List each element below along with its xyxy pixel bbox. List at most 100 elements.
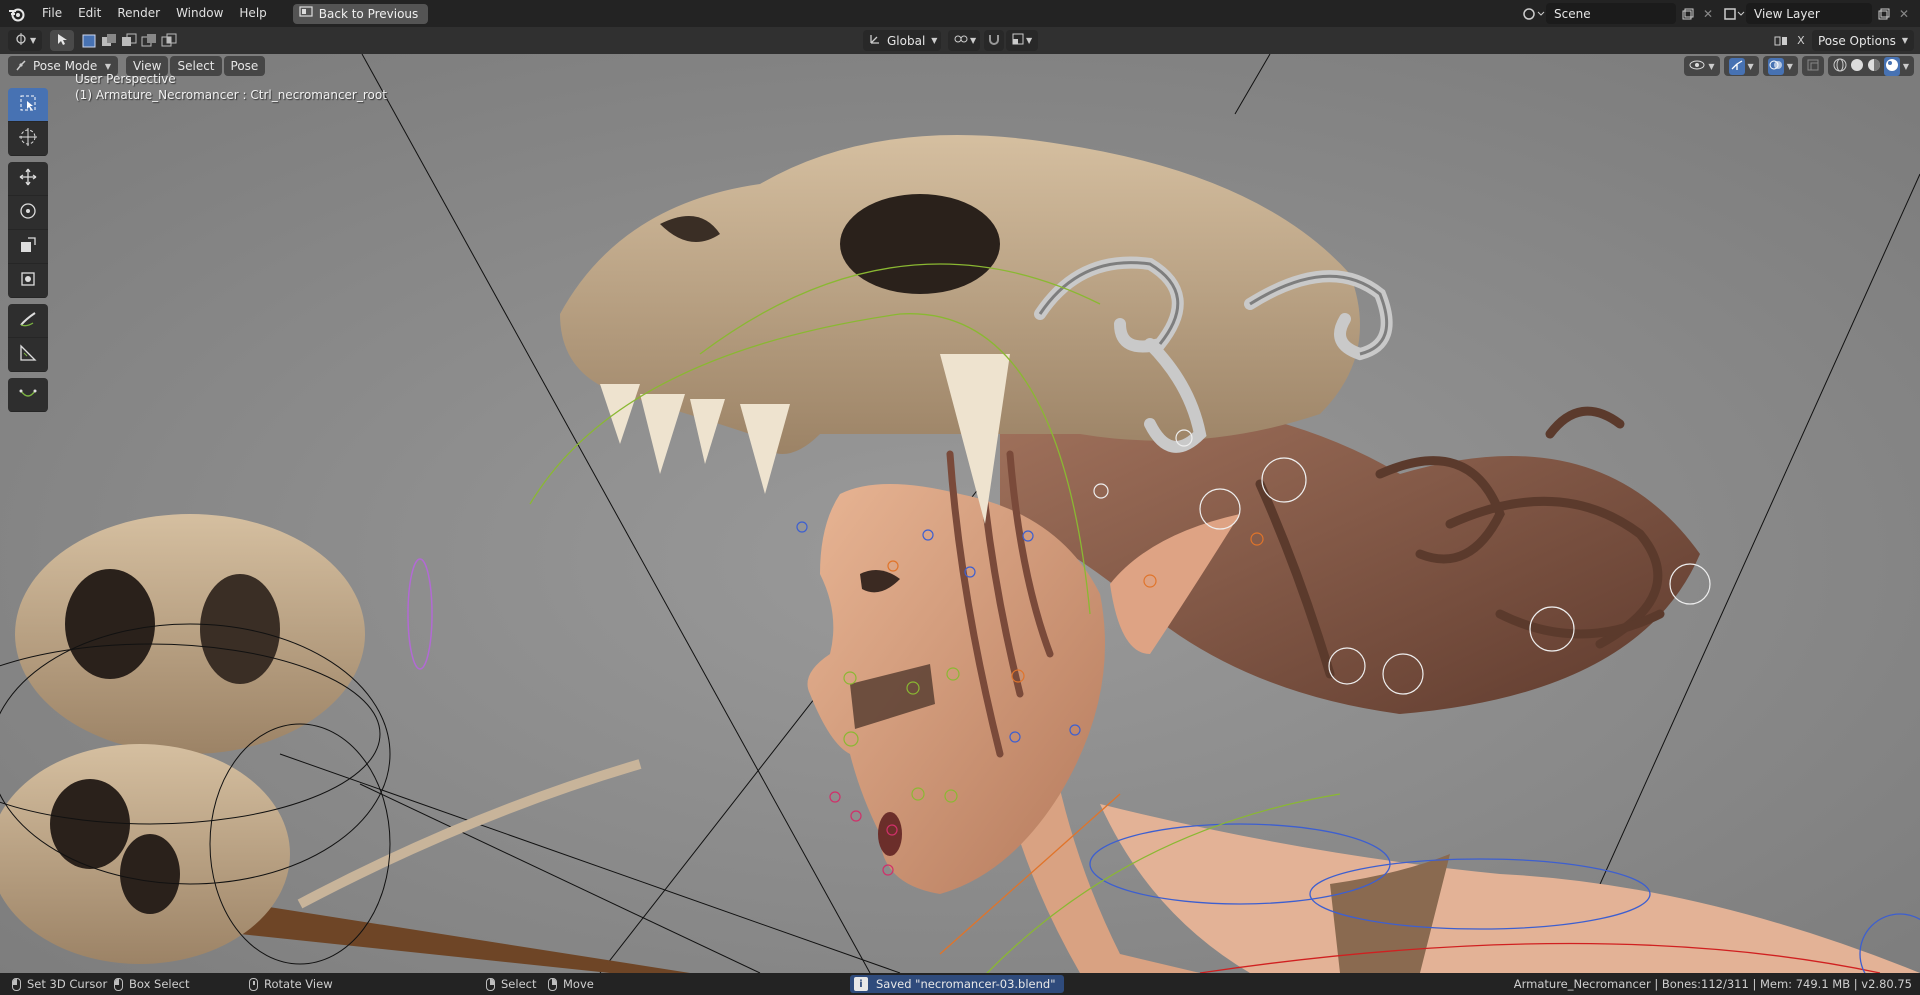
chevron-down-icon: ▼ xyxy=(104,61,111,71)
cursor-tool[interactable] xyxy=(8,122,48,156)
menu-help[interactable]: Help xyxy=(231,0,274,27)
solid-shading-icon[interactable] xyxy=(1850,58,1864,75)
chevron-down-icon: ▼ xyxy=(1786,61,1793,71)
rendered-shading-icon[interactable] xyxy=(1883,56,1900,76)
mirror-x-icon[interactable] xyxy=(1772,30,1790,51)
xray-icon xyxy=(1807,59,1819,74)
scene-icon[interactable] xyxy=(1522,3,1546,24)
hint-label: Select xyxy=(501,977,537,991)
chevron-down-icon: ▼ xyxy=(1747,61,1754,71)
back-to-previous-button[interactable]: Back to Previous xyxy=(292,3,429,24)
menu-file[interactable]: File xyxy=(34,0,70,27)
saved-message-text: Saved "necromancer-03.blend" xyxy=(876,977,1056,991)
eye-icon xyxy=(1689,59,1705,74)
3d-viewport-icon xyxy=(14,33,28,48)
bone-envelope-tool[interactable] xyxy=(8,378,48,412)
xray-toggle[interactable] xyxy=(1801,56,1824,76)
header-right-controls: X Pose Options ▼ xyxy=(1772,30,1914,51)
select-box-icon xyxy=(18,93,38,116)
shading-mode-group: ▼ xyxy=(1827,56,1914,76)
gizmo-toggle[interactable]: ▼ xyxy=(1723,56,1759,76)
hint-label: Set 3D Cursor xyxy=(27,977,108,991)
mirror-x-label[interactable]: X xyxy=(1794,30,1808,51)
measure-icon xyxy=(18,343,38,366)
pose-options-dropdown[interactable]: Pose Options ▼ xyxy=(1811,30,1914,51)
select-menu[interactable]: Select xyxy=(170,56,222,76)
hint-label: Rotate View xyxy=(264,977,333,991)
hint-label: Box Select xyxy=(129,977,190,991)
move-icon xyxy=(18,167,38,190)
overlays-toggle[interactable]: ▼ xyxy=(1762,56,1798,76)
active-object-label: (1) Armature_Necromancer : Ctrl_necroman… xyxy=(75,88,387,102)
pose-menu[interactable]: Pose xyxy=(223,56,266,76)
delete-scene-icon[interactable]: ✕ xyxy=(1700,3,1716,24)
back-to-previous-label: Back to Previous xyxy=(318,6,419,21)
view-layer-icon[interactable] xyxy=(1722,3,1746,24)
3d-viewport[interactable]: Pose Mode ▼ View Select Pose ▼ ▼ ▼ ▼ Use… xyxy=(0,54,1920,973)
move-tool[interactable] xyxy=(8,162,48,196)
select-new-icon[interactable] xyxy=(80,32,98,50)
blender-logo-icon[interactable] xyxy=(0,0,34,27)
annotate-tool[interactable] xyxy=(8,304,48,338)
material-shading-icon[interactable] xyxy=(1867,58,1881,75)
hint-set-3d-cursor: Set 3D Cursor xyxy=(12,977,107,991)
select-intersect-icon[interactable] xyxy=(160,32,178,50)
pose-options-label: Pose Options xyxy=(1817,33,1896,48)
hint-move: Move xyxy=(548,977,594,991)
rotate-icon xyxy=(18,201,38,224)
transform-icon xyxy=(18,269,38,292)
chevron-down-icon: ▼ xyxy=(1026,36,1033,45)
chevron-down-icon: ▼ xyxy=(1901,36,1908,45)
cursor-arrow-icon xyxy=(57,33,67,48)
menu-edit[interactable]: Edit xyxy=(70,0,109,27)
mouse-drag-icon xyxy=(114,977,123,991)
scene-name-field[interactable]: Scene xyxy=(1546,3,1676,24)
top-menu-bar: File Edit Render Window Help Back to Pre… xyxy=(0,0,1920,27)
mouse-right-icon xyxy=(486,977,495,991)
delete-view-layer-icon[interactable]: ✕ xyxy=(1896,3,1912,24)
editor-header: ▼ Global ▼ ▼ ▼ xyxy=(0,27,1920,54)
scale-icon xyxy=(18,235,38,258)
selection-mode-buttons xyxy=(80,32,178,50)
viewport-render xyxy=(0,54,1920,973)
hint-box-select: Box Select xyxy=(114,977,190,991)
snap-increment-icon xyxy=(1012,33,1024,48)
rotate-tool[interactable] xyxy=(8,196,48,230)
select-difference-icon[interactable] xyxy=(140,32,158,50)
orientation-icon xyxy=(869,33,881,48)
magnet-icon xyxy=(988,33,1000,48)
pose-mode-icon xyxy=(15,59,27,74)
snap-toggle[interactable] xyxy=(984,30,1004,51)
select-box-tool[interactable] xyxy=(8,88,48,122)
scale-tool[interactable] xyxy=(8,230,48,264)
chevron-down-icon: ▼ xyxy=(1902,61,1909,71)
view-layer-selector: View Layer ✕ xyxy=(1722,3,1912,24)
screen-icon xyxy=(299,6,313,21)
transform-orientation-dropdown[interactable]: Global ▼ xyxy=(863,30,941,51)
select-subtract-icon[interactable] xyxy=(120,32,138,50)
wireframe-shading-icon[interactable] xyxy=(1833,58,1847,75)
scene-statistics: Armature_Necromancer | Bones:112/311 | M… xyxy=(1513,977,1912,991)
viewport-header-right: ▼ ▼ ▼ ▼ xyxy=(1684,56,1914,76)
editor-type-button[interactable]: ▼ xyxy=(8,30,42,51)
snap-element-dropdown[interactable]: ▼ xyxy=(1006,30,1038,51)
select-extend-icon[interactable] xyxy=(100,32,118,50)
measure-tool[interactable] xyxy=(8,338,48,372)
report-message[interactable]: i Saved "necromancer-03.blend" xyxy=(850,975,1064,993)
chevron-down-icon: ▼ xyxy=(30,36,37,45)
visibility-dropdown[interactable]: ▼ xyxy=(1684,56,1720,76)
gizmo-icon xyxy=(1728,57,1745,75)
menu-render[interactable]: Render xyxy=(109,0,168,27)
orientation-label: Global xyxy=(887,33,926,48)
cursor-icon xyxy=(18,127,38,150)
new-view-layer-icon[interactable] xyxy=(1872,3,1896,24)
perspective-label: User Perspective xyxy=(75,72,176,86)
chevron-down-icon: ▼ xyxy=(970,36,977,45)
menu-window[interactable]: Window xyxy=(168,0,231,27)
new-scene-icon[interactable] xyxy=(1676,3,1700,24)
view-layer-field[interactable]: View Layer xyxy=(1746,3,1872,24)
pivot-point-dropdown[interactable]: ▼ xyxy=(948,30,980,51)
status-bar: Set 3D Cursor Box Select Rotate View Sel… xyxy=(0,973,1920,995)
tweak-tool-button[interactable] xyxy=(50,30,74,51)
transform-tool[interactable] xyxy=(8,264,48,298)
